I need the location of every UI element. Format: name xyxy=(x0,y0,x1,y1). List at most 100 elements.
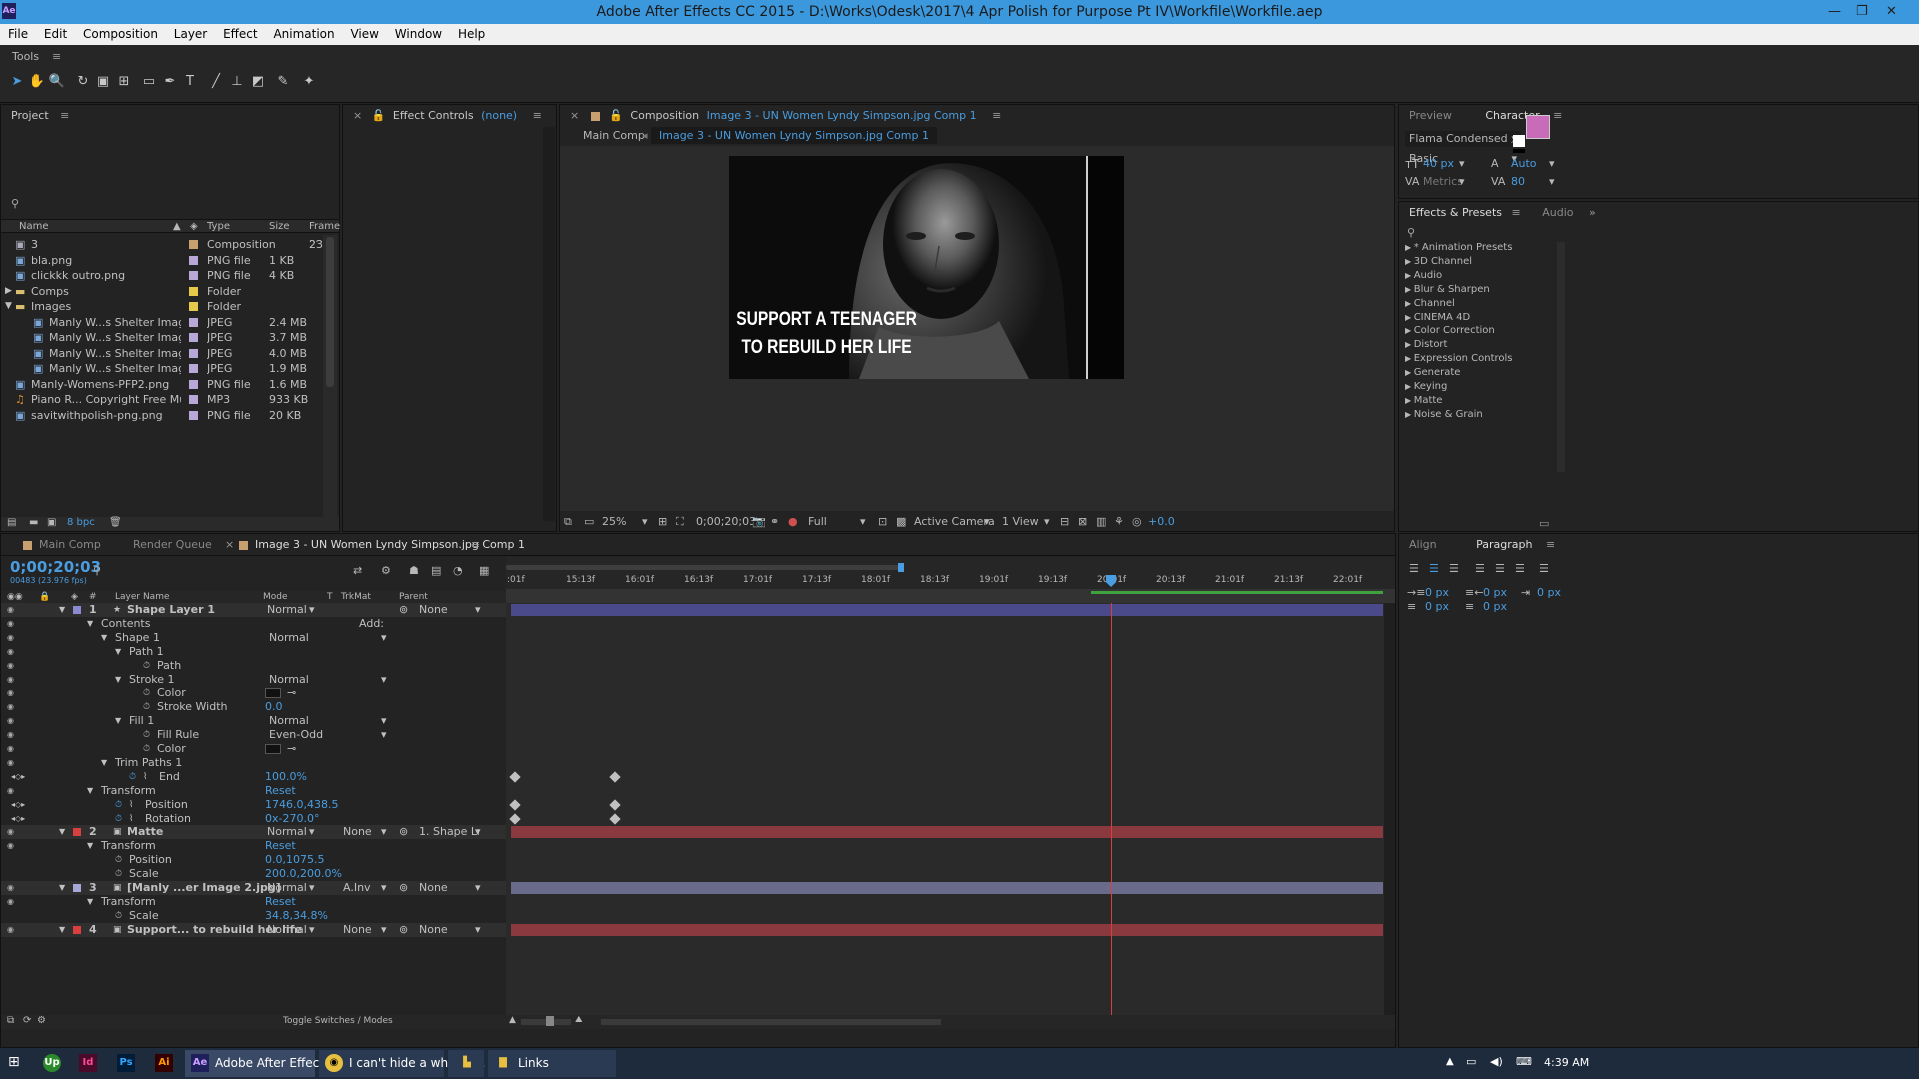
fill-color-swatch[interactable] xyxy=(1526,115,1550,139)
sort-icon[interactable]: ▲ xyxy=(173,220,181,233)
layer-name[interactable]: Shape Layer 1 xyxy=(127,603,215,617)
pickwhip-icon[interactable]: ⊚ xyxy=(399,825,408,839)
effect-category[interactable]: ▶ Expression Controls xyxy=(1405,353,1513,367)
project-item[interactable]: ▣ Manly W...s Shelter Image 1.jpg JPEG 2.4 … xyxy=(1,315,339,330)
col-name[interactable]: Name xyxy=(19,220,49,233)
tab-preview[interactable]: Preview xyxy=(1409,109,1452,122)
flowchart-icon[interactable]: ⚘ xyxy=(1114,515,1124,528)
stopwatch-icon[interactable]: ⏱ xyxy=(115,909,122,923)
tab-audio[interactable]: Audio xyxy=(1542,206,1573,219)
project-item[interactable]: ▣ Manly W...s Shelter Image 3.jpg JPEG 4.0 … xyxy=(1,346,339,361)
effect-category[interactable]: ▶ Blur & Sharpen xyxy=(1405,284,1490,298)
twirl-closed-icon[interactable]: ▶ xyxy=(1405,340,1414,349)
chevron-down-icon[interactable]: ▾ xyxy=(475,825,481,839)
camera-tool-icon[interactable]: ▣ xyxy=(94,73,112,91)
property-track[interactable] xyxy=(506,658,1378,673)
eye-icon[interactable]: ◉ xyxy=(7,728,14,742)
project-item[interactable]: ▣ Manly W...s Shelter Image 2.jpg JPEG 3.7 … xyxy=(1,330,339,345)
clone-stamp-tool-icon[interactable]: ⊥ xyxy=(228,73,246,91)
pickwhip-icon[interactable]: ⊚ xyxy=(399,923,408,937)
indent-left-value[interactable]: 0 px xyxy=(1425,586,1449,599)
eye-icon[interactable]: ◉ xyxy=(7,659,14,673)
toggle-pixel-aspect-icon[interactable]: ⊟ xyxy=(1060,515,1069,528)
interpret-footage-icon[interactable]: ▤ xyxy=(7,517,16,528)
work-area-end-handle[interactable] xyxy=(898,563,904,572)
project-title[interactable]: Project xyxy=(11,109,49,122)
chevron-down-icon[interactable]: ▾ xyxy=(1044,515,1050,528)
property-track[interactable] xyxy=(506,742,1378,756)
label-swatch[interactable] xyxy=(189,333,198,342)
chevron-down-icon[interactable]: ▾ xyxy=(475,603,481,617)
lock-column-icon[interactable]: 🔒 xyxy=(39,591,50,603)
pickwhip-icon[interactable]: ⊚ xyxy=(399,881,408,895)
close-icon[interactable]: × xyxy=(353,109,362,122)
fast-previews-icon[interactable]: ⊠ xyxy=(1078,515,1087,528)
property-track[interactable] xyxy=(506,908,1378,923)
property-track[interactable] xyxy=(506,755,1378,770)
stopwatch-icon[interactable]: ⏱ xyxy=(115,867,122,881)
property-row[interactable]: ⏱ ◂◇▸ ⌇ Position 1746.0,438.5 xyxy=(1,798,506,812)
property-track[interactable] xyxy=(506,867,1378,882)
twirl-open-icon[interactable]: ▼ xyxy=(87,895,93,909)
tab-align[interactable]: Align xyxy=(1409,538,1437,551)
project-item[interactable]: ▼ ▬ Images Folder xyxy=(1,299,339,314)
property-track[interactable] xyxy=(506,700,1378,715)
new-preset-icon[interactable]: ▭ xyxy=(1539,517,1549,530)
illustrator-pin[interactable]: Ai xyxy=(155,1054,173,1072)
minimize-icon[interactable]: — xyxy=(1828,0,1841,24)
layer-name[interactable]: Matte xyxy=(127,825,163,839)
exposure-value[interactable]: +0.0 xyxy=(1148,515,1175,528)
label-swatch[interactable] xyxy=(73,884,81,892)
safe-areas-icon[interactable]: ⊞ xyxy=(658,515,667,528)
property-track[interactable] xyxy=(506,686,1378,701)
fill-rule-select[interactable]: Even-Odd xyxy=(269,728,323,742)
trkmat-select[interactable]: None xyxy=(343,825,372,839)
show-snapshot-icon[interactable]: ⚭ xyxy=(770,515,779,528)
align-right-icon[interactable]: ☰ xyxy=(1449,562,1459,575)
bpc-button[interactable]: 8 bpc xyxy=(67,517,95,528)
restore-icon[interactable]: ❐ xyxy=(1856,0,1868,24)
layer-duration-bar[interactable] xyxy=(511,826,1383,839)
panel-menu-icon[interactable]: ≡ xyxy=(52,50,61,63)
align-left-icon[interactable]: ☰ xyxy=(1409,562,1419,575)
label-swatch[interactable] xyxy=(189,255,198,265)
chevron-down-icon[interactable]: ▾ xyxy=(1549,157,1555,170)
new-folder-icon[interactable]: ▬ xyxy=(29,517,38,528)
trkmat-select[interactable]: None xyxy=(343,923,372,937)
clock[interactable]: 4:39 AM xyxy=(1544,1056,1589,1069)
eye-icon[interactable]: ◉ xyxy=(7,645,14,659)
layer-row[interactable]: ◉ ▼ 1 ★ Shape Layer 1 Normal ▾ ⊚ None ▾ xyxy=(1,603,506,617)
project-item[interactable]: ▣ Manly W...s Shelter Image 4.jpg JPEG 1.9 … xyxy=(1,361,339,376)
monitor-icon[interactable]: ▭ xyxy=(584,515,594,528)
close-icon[interactable]: × xyxy=(225,538,234,551)
network-icon[interactable]: ▭ xyxy=(1466,1055,1476,1068)
property-row[interactable]: ⏱ ◂◇▸ ⌇ Rotation 0x-270.0° xyxy=(1,812,506,826)
zoom-out-icon[interactable]: ▲ xyxy=(509,1015,516,1025)
effect-category[interactable]: ▶ Distort xyxy=(1405,339,1447,353)
panel-menu-icon[interactable]: ≡ xyxy=(992,109,1001,122)
twirl-closed-icon[interactable]: ▶ xyxy=(1405,299,1414,308)
comp-timecode[interactable]: 0;00;20;03 xyxy=(696,515,756,528)
property-row[interactable]: ◉ ⏱ Stroke Width 0.0 xyxy=(1,700,506,714)
stopwatch-icon[interactable]: ⏱ xyxy=(115,812,122,826)
label-swatch[interactable] xyxy=(189,302,198,311)
twirl-open-icon[interactable]: ▼ xyxy=(5,299,12,314)
justify-all-icon[interactable]: ☰ xyxy=(1539,562,1549,575)
indent-first-value[interactable]: 0 px xyxy=(1537,586,1561,599)
property-group-row[interactable]: ◉ ▼ Transform Reset xyxy=(1,839,506,853)
eye-icon[interactable]: ◉ xyxy=(7,700,14,714)
add-menu-button[interactable]: Add: xyxy=(359,617,384,631)
stopwatch-icon[interactable]: ⏱ xyxy=(115,798,122,812)
property-track[interactable] xyxy=(506,672,1378,687)
stopwatch-icon[interactable]: ⏱ xyxy=(143,659,150,673)
zoom-in-icon[interactable]: ⛰ xyxy=(575,1015,583,1025)
label-swatch[interactable] xyxy=(189,364,198,373)
kerning-value[interactable]: Metrics xyxy=(1423,175,1463,188)
taskbar-after-effects[interactable]: Ae Adobe After Effects ... xyxy=(185,1050,345,1077)
property-group-row[interactable]: ◉ ▼ Shape 1 Normal ▾ xyxy=(1,631,506,645)
chevron-down-icon[interactable]: ▾ xyxy=(642,515,648,528)
property-group-row[interactable]: ◉ ▼ Fill 1 Normal ▾ xyxy=(1,714,506,728)
work-area-bar[interactable] xyxy=(506,565,902,570)
search-icon[interactable]: ⚲ xyxy=(93,564,101,577)
more-tabs-icon[interactable]: » xyxy=(1589,206,1596,219)
